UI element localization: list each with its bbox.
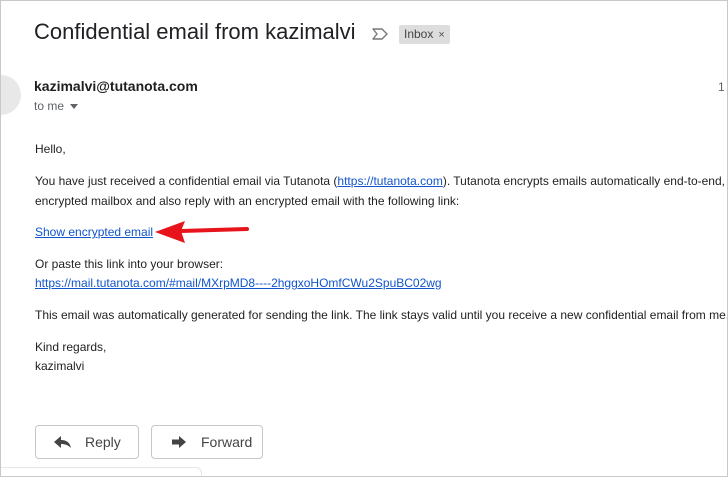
intro-paragraph: You have just received a confidential em…: [35, 174, 725, 188]
sender-address: kazimalvi@tutanota.com: [34, 78, 198, 94]
closing-text: Kind regards,: [35, 340, 107, 354]
remove-label-icon[interactable]: ×: [438, 29, 444, 41]
annotation-arrow-icon: [155, 221, 249, 243]
label-text: Inbox: [404, 27, 434, 41]
intro-line-2: encrypted mailbox and also reply with an…: [35, 194, 460, 208]
recipient-text: to me: [34, 99, 65, 113]
chevron-down-icon[interactable]: [70, 104, 79, 110]
email-view: Confidential email from kazimalvi Inbox ×…: [0, 0, 728, 477]
compose-panel-edge: [1, 467, 202, 476]
tutanota-link[interactable]: https://tutanota.com: [337, 174, 442, 188]
show-link-row: Show encrypted email: [35, 225, 153, 239]
recipient-line: to me: [34, 99, 79, 113]
signature-text: kazimalvi: [35, 359, 85, 373]
reply-button[interactable]: Reply: [35, 425, 139, 459]
inbox-label-chip: Inbox ×: [399, 25, 450, 44]
reply-label: Reply: [85, 434, 121, 450]
forward-button[interactable]: Forward: [151, 425, 263, 459]
email-date: 1: [718, 80, 725, 94]
greeting-text: Hello,: [35, 142, 66, 156]
sender-avatar: [1, 75, 21, 115]
importance-marker-icon[interactable]: [371, 26, 389, 42]
paste-prompt-text: Or paste this link into your browser:: [35, 257, 224, 271]
auto-generated-note: This email was automatically generated f…: [35, 308, 728, 322]
mailbox-url-link[interactable]: https://mail.tutanota.com/#mail/MXrpMD8-…: [35, 276, 442, 290]
intro-text-end: ). Tutanota encrypts emails automaticall…: [442, 174, 725, 188]
show-encrypted-email-link[interactable]: Show encrypted email: [35, 225, 153, 239]
email-subject: Confidential email from kazimalvi: [34, 19, 356, 44]
mail-link-row: https://mail.tutanota.com/#mail/MXrpMD8-…: [35, 276, 442, 290]
forward-label: Forward: [201, 434, 253, 450]
reply-icon: [54, 436, 71, 448]
forward-icon: [172, 436, 186, 448]
intro-text-start: You have just received a confidential em…: [35, 174, 338, 188]
